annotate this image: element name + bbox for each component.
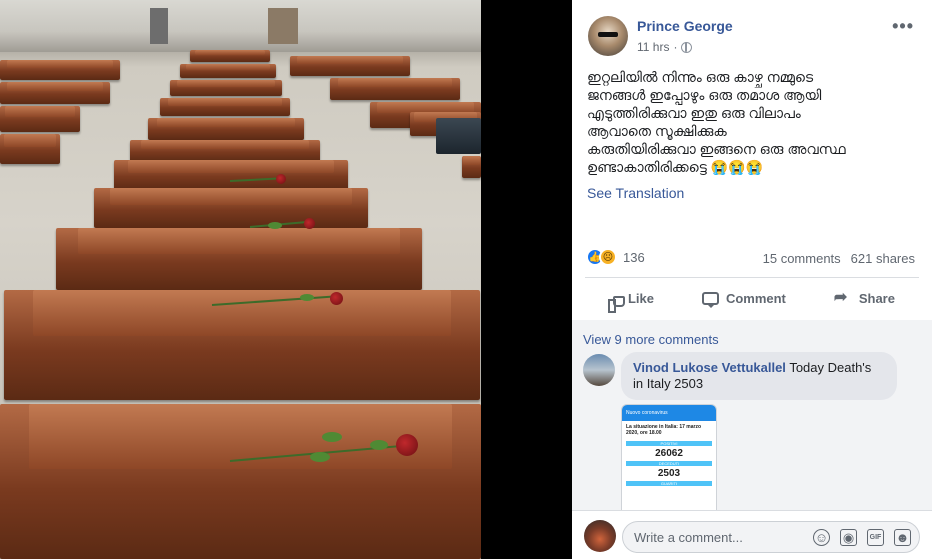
attachment-value-positive: 26062	[655, 448, 683, 459]
reactions-count: 136	[623, 249, 645, 265]
coffin-dark	[436, 118, 481, 154]
leaf	[322, 432, 342, 442]
attachment-label-recovered: GUARITI	[626, 481, 712, 486]
coffin	[180, 64, 276, 78]
author-name[interactable]: Prince George	[637, 18, 733, 34]
coffin	[190, 50, 270, 62]
leaf	[310, 452, 330, 462]
like-button[interactable]: Like	[607, 290, 654, 313]
attachment-label-positive: POSITIVI	[626, 441, 712, 446]
attachment-value-deaths: 2503	[657, 468, 681, 479]
sad-icon: ☹	[599, 248, 617, 266]
coffin	[4, 290, 480, 400]
post-photo[interactable]	[0, 0, 572, 559]
view-more-comments-link[interactable]: View 9 more comments	[583, 332, 719, 347]
reactions-summary[interactable]: 👍 ☹ 136	[586, 248, 645, 266]
globe-icon	[681, 41, 693, 53]
rose	[330, 292, 343, 305]
share-label: Share	[858, 290, 895, 306]
comment-input[interactable]: Write a comment... ☺ ◉ GIF ☻	[622, 521, 920, 553]
engagement-counts: 15 comments 621 shares	[763, 251, 915, 266]
shares-count[interactable]: 621 shares	[851, 251, 915, 266]
post-text: ഇറ്റലിയിൽ നിന്നും ഒരു കാഴ്ച നമ്മുടെ ജനങ്…	[587, 69, 846, 175]
attachment-label-deaths: DECEDUTI	[626, 461, 712, 466]
comments-count[interactable]: 15 comments	[763, 251, 841, 266]
coffin	[56, 228, 422, 290]
coffin	[0, 106, 80, 132]
coffin	[114, 160, 348, 190]
share-icon	[834, 287, 852, 307]
author-avatar[interactable]	[588, 16, 628, 56]
coffin	[0, 134, 60, 164]
post-meta: 11 hrs ·	[637, 40, 693, 54]
coffin	[462, 156, 481, 178]
leaf	[300, 294, 314, 301]
rose	[396, 434, 418, 456]
post-actions: Like Comment Share	[585, 278, 919, 318]
post-panel: Prince George 11 hrs · ••• ഇറ്റലിയിൽ നിന…	[572, 0, 932, 559]
hangar-door	[150, 8, 168, 44]
coffin	[290, 56, 410, 76]
hangar-back-wall	[0, 0, 481, 52]
coffin	[148, 118, 304, 140]
commenter-name[interactable]: Vinod Lukose Vettukallel	[633, 360, 786, 375]
post-time[interactable]: 11 hrs	[637, 40, 669, 54]
coffin	[170, 80, 282, 96]
comment-image-attachment[interactable]: Nuovo coronavirus La situazione in Itali…	[621, 404, 717, 512]
share-button[interactable]: Share	[834, 287, 895, 307]
attachment-title: La situazione in Italia: 17 marzo 2020, …	[626, 424, 702, 436]
hangar-door	[268, 8, 298, 44]
comment-label: Comment	[725, 290, 786, 306]
coffin	[330, 78, 460, 100]
comment-bubble: Vinod Lukose Vettukallel Today Death's i…	[621, 352, 897, 400]
photo-coffins-hangar	[0, 0, 481, 559]
like-label: Like	[627, 290, 654, 306]
comment-button[interactable]: Comment	[701, 290, 786, 308]
camera-icon[interactable]: ◉	[840, 529, 857, 546]
coffin	[94, 188, 368, 228]
coffin	[160, 98, 290, 116]
attachment-header: Nuovo coronavirus	[622, 405, 716, 421]
more-dots-icon[interactable]: •••	[892, 16, 914, 37]
leaf	[268, 222, 282, 229]
comments-section: View 9 more comments Vinod Lukose Vettuk…	[572, 320, 932, 512]
comment-placeholder: Write a comment...	[634, 530, 743, 545]
gif-icon[interactable]: GIF	[867, 529, 884, 546]
sticker-icon[interactable]: ☻	[894, 529, 911, 546]
leaf	[370, 440, 388, 450]
current-user-avatar	[584, 520, 616, 552]
comment-composer: Write a comment... ☺ ◉ GIF ☻	[572, 510, 932, 559]
coffin	[0, 404, 481, 559]
composer-icons: ☺ ◉ GIF ☻	[813, 529, 911, 546]
rose	[276, 174, 286, 184]
emoji-icon[interactable]: ☺	[813, 529, 830, 546]
rose	[304, 218, 315, 229]
coffin	[0, 60, 120, 80]
coffin	[130, 140, 320, 162]
coffin	[0, 82, 110, 104]
comment-icon	[701, 291, 719, 308]
see-translation-link[interactable]: See Translation	[587, 185, 684, 201]
thumbs-up-icon	[607, 295, 625, 313]
commenter-avatar[interactable]	[583, 354, 615, 386]
